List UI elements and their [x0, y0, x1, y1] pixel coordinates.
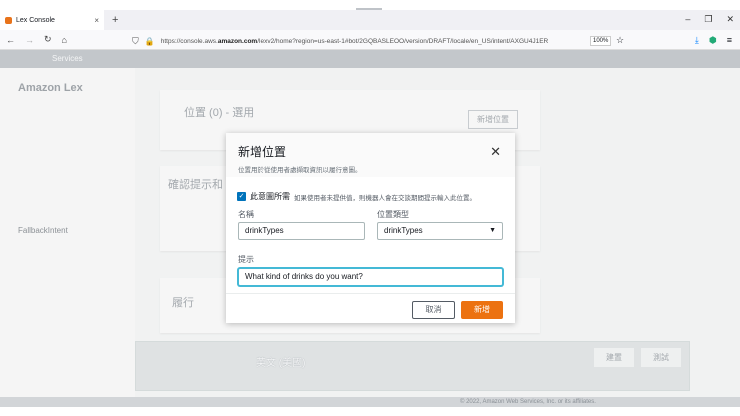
add-slot-button[interactable]: 新增位置	[468, 110, 518, 129]
name-input[interactable]: drinkTypes	[238, 222, 365, 240]
minimize-icon[interactable]: –	[685, 14, 690, 25]
url-domain: amazon.com	[217, 37, 258, 45]
dialog-subtitle: 位置用於從使用者處擷取資訊以履行意圖。	[238, 167, 362, 174]
cancel-button[interactable]: 取消	[412, 301, 455, 319]
add-button[interactable]: 新增	[461, 301, 503, 319]
back-icon[interactable]: ←	[6, 35, 15, 45]
required-label: 此意圖所需	[250, 192, 290, 201]
slot-type-value: drinkTypes	[384, 226, 423, 235]
extension-icon[interactable]: ⬢	[709, 35, 717, 46]
url-bar[interactable]: ⛉ 🔒 https://console.aws.amazon.com/lexv2/h…	[132, 33, 632, 49]
menu-icon[interactable]: ≡	[727, 35, 732, 46]
tab-title: Lex Console	[16, 16, 55, 24]
zoom-level[interactable]: 100%	[590, 36, 612, 46]
shield-icon: ⛉	[132, 35, 139, 46]
close-icon[interactable]: ✕	[490, 144, 501, 160]
bottom-bar: 英文 (美國) 建置 測試	[135, 341, 690, 391]
slot-type-select[interactable]: drinkTypes ▼	[377, 222, 503, 240]
required-hint: 如果使用者未提供值，則機器人會在交談期間提示輸入此位置。	[294, 194, 476, 202]
reload-icon[interactable]: ↻	[44, 34, 52, 45]
fulfillment-title: 履行	[172, 297, 194, 309]
sidebar-title: Amazon Lex	[18, 82, 83, 94]
required-checkbox-row[interactable]: ✓ 此意圖所需 如果使用者未提供值，則機器人會在交談期間提示輸入此位置。	[237, 191, 476, 202]
dialog-title: 新增位置	[238, 145, 287, 159]
services-menu[interactable]: Services	[52, 54, 83, 63]
prompt-input[interactable]: What kind of drinks do you want?	[238, 268, 503, 286]
new-tab-button[interactable]: +	[112, 14, 118, 26]
forward-icon[interactable]: →	[25, 35, 34, 45]
browser-tab[interactable]: Lex Console ×	[0, 10, 104, 30]
url-prefix: https://console.aws.	[160, 37, 218, 45]
bookmark-star-icon[interactable]: ☆	[616, 35, 624, 46]
caret-down-icon: ▼	[489, 227, 496, 234]
add-slot-dialog: 新增位置 位置用於從使用者處擷取資訊以履行意圖。 ✕ ✓ 此意圖所需 如果使用者未…	[226, 133, 515, 323]
restore-icon[interactable]: ❐	[704, 14, 712, 25]
required-checkbox[interactable]: ✓	[237, 192, 246, 201]
prompt-label: 提示	[238, 255, 254, 264]
slot-type-label: 位置類型	[377, 210, 409, 219]
sidebar: Amazon Lex FallbackIntent	[0, 68, 135, 397]
test-button[interactable]: 測試	[641, 348, 681, 367]
footer: © 2022, Amazon Web Services, Inc. or its…	[0, 397, 740, 407]
url-path: /lexv2/home?region=us-east-1#bot/2GQBASL…	[257, 37, 549, 45]
build-button[interactable]: 建置	[594, 348, 634, 367]
language-label: 英文 (美國)	[256, 358, 306, 369]
dialog-footer: 取消 新增	[226, 293, 515, 323]
close-window-icon[interactable]: ✕	[726, 14, 734, 25]
tab-bar: Lex Console × + – ❐ ✕	[0, 10, 740, 30]
sidebar-intent[interactable]: FallbackIntent	[18, 226, 68, 235]
footer-copyright: © 2022, Amazon Web Services, Inc. or its…	[460, 399, 596, 405]
download-icon[interactable]: ⤓	[695, 35, 699, 46]
slots-title: 位置 (0) - 選用	[184, 107, 255, 119]
lex-favicon-icon	[5, 16, 12, 24]
confirm-title: 確認提示和	[168, 179, 223, 191]
aws-nav: Services	[0, 50, 740, 68]
lock-icon: 🔒	[144, 36, 155, 46]
name-label: 名稱	[238, 210, 254, 219]
window-top	[0, 0, 740, 10]
home-icon[interactable]: ⌂	[62, 35, 67, 45]
close-tab-icon[interactable]: ×	[94, 16, 99, 25]
